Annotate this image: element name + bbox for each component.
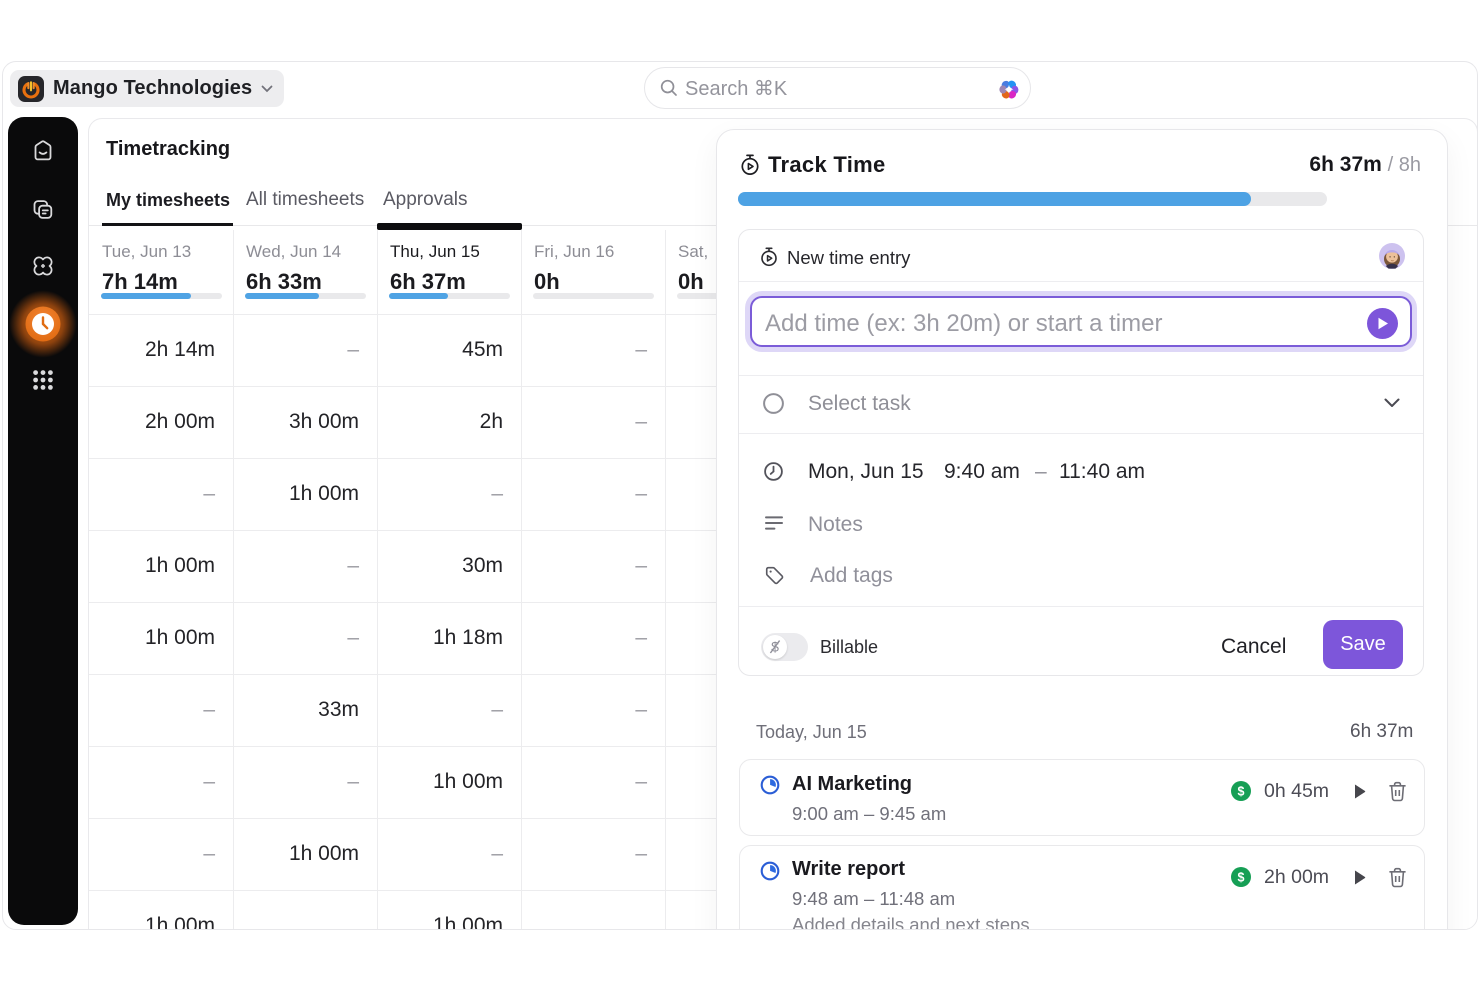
svg-text:$: $ <box>1238 871 1245 885</box>
svg-text:$: $ <box>1238 785 1245 799</box>
